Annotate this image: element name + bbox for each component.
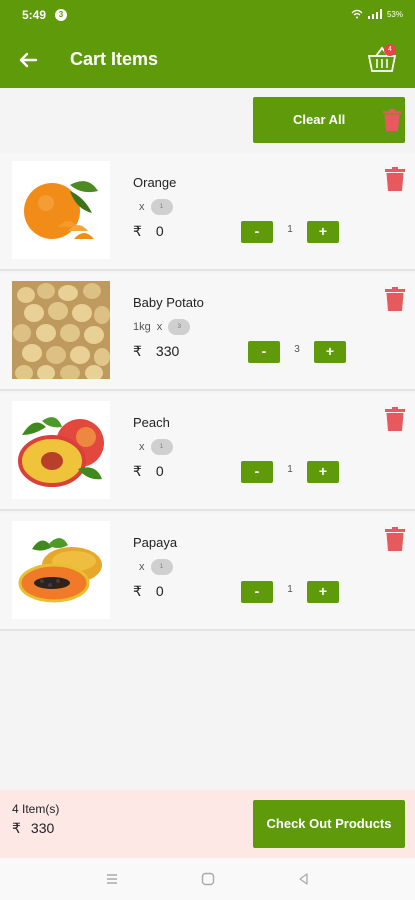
unit-row: 1kg x 3 xyxy=(133,319,191,335)
unit-value: 1kg xyxy=(133,321,151,333)
unit-pill: 3 xyxy=(168,319,191,335)
unit-row: x 1 xyxy=(133,199,173,215)
increase-qty-button[interactable]: + xyxy=(314,341,346,363)
item-count: 4 Item(s) xyxy=(12,802,60,816)
unit-sep: x xyxy=(156,321,163,333)
unit-sep: x xyxy=(139,441,145,453)
delete-item-icon[interactable] xyxy=(385,167,405,191)
price-row: ₹0 xyxy=(133,463,164,480)
back-nav-icon[interactable] xyxy=(296,871,312,887)
quantity-stepper: - 1 + xyxy=(241,221,339,243)
unit-sep: x xyxy=(139,201,145,213)
decrease-qty-button[interactable]: - xyxy=(241,581,273,603)
price-value: 0 xyxy=(155,463,164,479)
quantity-stepper: - 3 + xyxy=(248,341,346,363)
cart-item-orange: Orange x 1 ₹0 - 1 + xyxy=(0,153,415,271)
unit-sep: x xyxy=(139,561,145,573)
currency-symbol: ₹ xyxy=(133,223,142,239)
price-row: ₹0 xyxy=(133,223,164,240)
quantity-value: 1 xyxy=(287,464,293,475)
product-image-papaya xyxy=(12,521,110,619)
notification-badge: 3 xyxy=(55,9,67,21)
price-row: ₹330 xyxy=(133,343,179,360)
checkout-button[interactable]: Check Out Products xyxy=(253,800,405,848)
quantity-value: 1 xyxy=(287,584,293,595)
clear-all-button[interactable]: Clear All xyxy=(253,97,405,143)
product-name: Baby Potato xyxy=(133,295,204,310)
signal-icon xyxy=(367,9,382,19)
home-nav-icon[interactable] xyxy=(200,871,216,887)
delete-item-icon[interactable] xyxy=(385,407,405,431)
currency-symbol: ₹ xyxy=(12,820,21,836)
unit-pill: 1 xyxy=(150,439,173,455)
wifi-icon xyxy=(351,9,363,19)
unit-pill: 1 xyxy=(150,559,173,575)
price-value: 0 xyxy=(155,223,164,239)
status-icons: 53% xyxy=(351,9,403,19)
back-arrow-icon[interactable] xyxy=(16,48,40,72)
menu-nav-icon[interactable] xyxy=(104,871,120,887)
increase-qty-button[interactable]: + xyxy=(307,581,339,603)
product-name: Papaya xyxy=(133,535,178,550)
decrease-qty-button[interactable]: - xyxy=(248,341,280,363)
currency-symbol: ₹ xyxy=(133,463,142,479)
increase-qty-button[interactable]: + xyxy=(307,461,339,483)
clear-all-label: Clear All xyxy=(293,112,346,127)
quantity-value: 3 xyxy=(294,344,300,355)
cart-screen: 5:49 3 53% Cart Items 4 Clear All Orange… xyxy=(0,0,415,900)
page-title: Cart Items xyxy=(70,49,159,69)
unit-pill: 1 xyxy=(150,199,173,215)
product-image-peach xyxy=(12,401,110,499)
cart-button[interactable]: 4 xyxy=(366,44,398,74)
decrease-qty-button[interactable]: - xyxy=(241,461,273,483)
cart-item-papaya: Papaya x 1 ₹0 - 1 + xyxy=(0,513,415,631)
delete-item-icon[interactable] xyxy=(385,287,405,311)
quantity-stepper: - 1 + xyxy=(241,581,339,603)
system-nav-bar xyxy=(0,858,415,900)
unit-row: x 1 xyxy=(133,559,173,575)
cart-count-badge: 4 xyxy=(384,44,396,56)
status-bar: 5:49 3 53% xyxy=(0,0,415,32)
cart-item-peach: Peach x 1 ₹0 - 1 + xyxy=(0,393,415,511)
delete-item-icon[interactable] xyxy=(385,527,405,551)
currency-symbol: ₹ xyxy=(133,343,142,359)
trash-icon xyxy=(383,109,401,131)
decrease-qty-button[interactable]: - xyxy=(241,221,273,243)
quantity-stepper: - 1 + xyxy=(241,461,339,483)
price-row: ₹0 xyxy=(133,583,164,600)
product-name: Peach xyxy=(133,415,170,430)
cart-item-baby-potato: Baby Potato 1kg x 3 ₹330 - 3 + xyxy=(0,273,415,391)
product-image-orange xyxy=(12,161,110,259)
increase-qty-button[interactable]: + xyxy=(307,221,339,243)
cart-summary: 4 Item(s) ₹330 Check Out Products xyxy=(0,790,415,858)
total-row: ₹330 xyxy=(12,820,54,837)
currency-symbol: ₹ xyxy=(133,583,142,599)
price-value: 0 xyxy=(155,583,164,599)
total-value: 330 xyxy=(30,820,55,836)
battery-level: 53% xyxy=(386,9,403,19)
product-name: Orange xyxy=(133,175,177,190)
quantity-value: 1 xyxy=(287,224,293,235)
price-value: 330 xyxy=(155,343,180,359)
unit-row: x 1 xyxy=(133,439,173,455)
status-time: 5:49 xyxy=(22,8,47,22)
product-image-baby-potato xyxy=(12,281,110,379)
app-bar: 5:49 3 53% Cart Items 4 xyxy=(0,0,415,88)
